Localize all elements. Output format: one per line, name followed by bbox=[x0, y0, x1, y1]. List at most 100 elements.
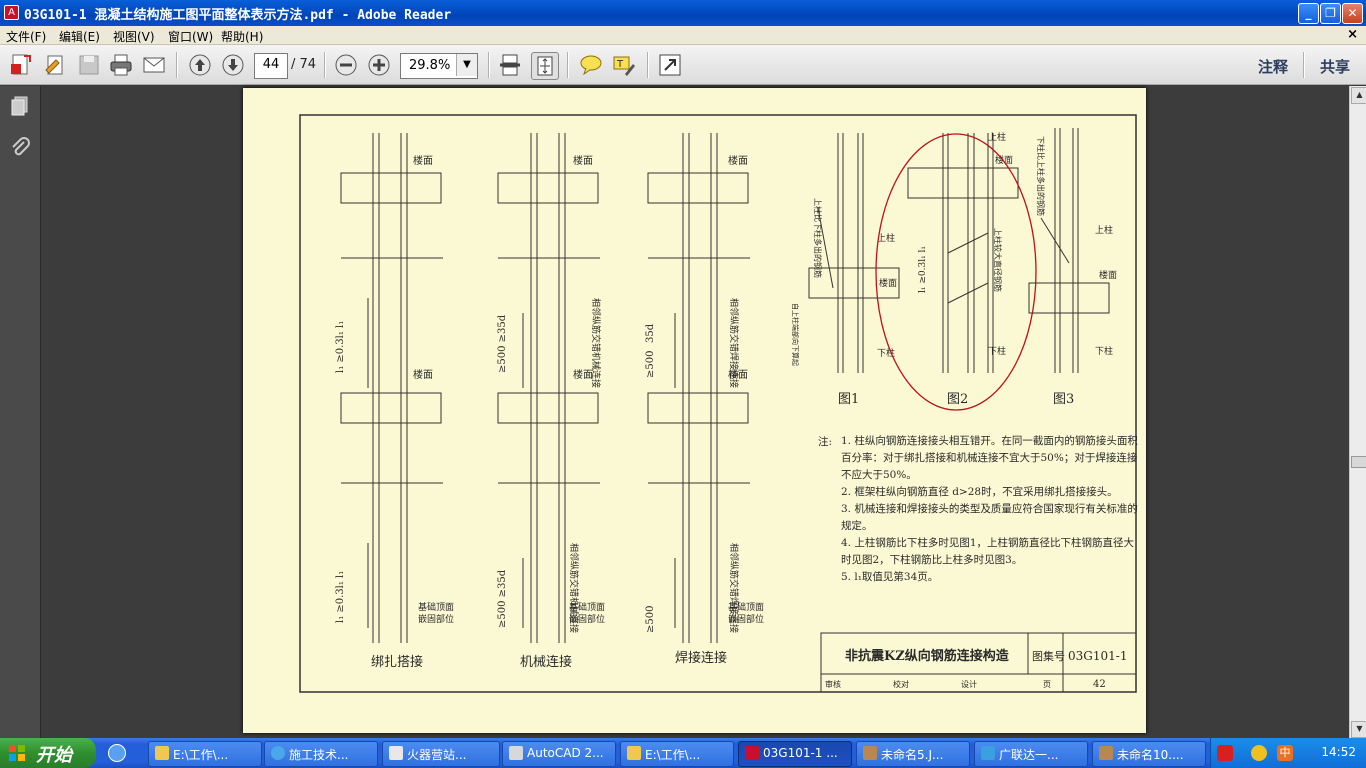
lap-dimension-lower: l₁ ≥0.3l₁ l₁ bbox=[335, 571, 346, 623]
scroll-up-icon[interactable]: ▲ bbox=[1351, 87, 1366, 104]
taskbar-item-adobe-reader[interactable]: 03G101-1 ... bbox=[738, 741, 852, 767]
zoom-out-icon[interactable] bbox=[333, 52, 359, 78]
highlight-text-icon[interactable]: T bbox=[611, 52, 637, 78]
ime-indicator[interactable]: 中 bbox=[1277, 745, 1293, 761]
menu-file[interactable]: 文件(F) bbox=[6, 28, 46, 45]
fit-page-icon[interactable] bbox=[531, 52, 559, 80]
mech-dimension-lower: ≥500 ≥35d bbox=[497, 569, 508, 628]
taskbar-item-folder[interactable]: E:\工作\... bbox=[148, 741, 262, 767]
navigation-panel bbox=[0, 86, 41, 738]
note-item: 3. 机械连接和焊接接头的类型及质量应符合国家现行有关标准的规定。 bbox=[841, 503, 1138, 532]
taskbar-item-image[interactable]: 未命名10.... bbox=[1092, 741, 1206, 767]
menu-view[interactable]: 视图(V) bbox=[113, 28, 155, 45]
base-top-label: 基础顶面 bbox=[569, 601, 605, 613]
zoom-level-value: 29.8% bbox=[409, 58, 451, 73]
menu-edit[interactable]: 编辑(E) bbox=[59, 28, 100, 45]
lower-column-label: 下柱 bbox=[877, 347, 895, 359]
scroll-down-icon[interactable]: ▼ bbox=[1351, 721, 1366, 738]
pdf-icon bbox=[745, 746, 759, 760]
embed-position-label: 嵌固部位 bbox=[569, 613, 605, 625]
figure-3-note: 下柱比上柱多出的钢筋 bbox=[1036, 136, 1046, 216]
ie-quicklaunch-icon[interactable] bbox=[108, 744, 126, 762]
expand-icon[interactable] bbox=[657, 52, 683, 78]
taskbar-item-image[interactable]: 未命名5.J... bbox=[856, 741, 970, 767]
mechanical-note: 相邻纵筋交错机械连接 bbox=[590, 298, 602, 388]
zoom-level-select[interactable]: 29.8% ▼ bbox=[400, 53, 478, 79]
taskbar-item-folder[interactable]: E:\工作\... bbox=[620, 741, 734, 767]
scrolling-mode-icon[interactable] bbox=[497, 52, 523, 78]
comment-panel-link[interactable]: 注释 bbox=[1258, 56, 1288, 77]
weld-dimension-35d: 35d bbox=[645, 323, 656, 343]
check-label: 校对 bbox=[893, 679, 909, 689]
floor-label: 楼面 bbox=[413, 368, 433, 381]
page-number-input[interactable]: 44 bbox=[254, 53, 288, 79]
comment-icon[interactable] bbox=[578, 52, 604, 78]
title-bar[interactable]: A 03G101-1 混凝土结构施工图平面整体表示方法.pdf - Adobe … bbox=[0, 0, 1366, 26]
attachments-icon[interactable] bbox=[8, 136, 32, 160]
pages-panel-icon[interactable] bbox=[8, 94, 32, 118]
share-panel-link[interactable]: 共享 bbox=[1320, 56, 1350, 77]
vertical-scrollbar[interactable]: ▲ ▼ bbox=[1349, 86, 1366, 738]
taskbar-item-app[interactable]: 广联达一... bbox=[974, 741, 1088, 767]
figure-1-note2: 自上柱端部向下算起 bbox=[791, 303, 800, 366]
zoom-in-icon[interactable] bbox=[366, 52, 392, 78]
mechanical-caption: 机械连接 bbox=[520, 654, 572, 670]
scroll-thumb[interactable] bbox=[1351, 456, 1366, 468]
previous-page-icon[interactable] bbox=[187, 52, 213, 78]
base-top-label: 基础顶面 bbox=[418, 601, 454, 613]
upper-column-label: 上柱 bbox=[1095, 224, 1113, 236]
doc-icon bbox=[389, 746, 403, 760]
floor-label: 楼面 bbox=[879, 277, 897, 289]
toolbar-divider bbox=[176, 52, 178, 78]
upper-column-label: 上柱 bbox=[988, 131, 1006, 143]
floor-label: 楼面 bbox=[728, 154, 748, 167]
document-close-button[interactable]: × bbox=[1347, 27, 1358, 42]
annotation-ellipse bbox=[875, 133, 1037, 411]
autocad-icon bbox=[509, 746, 523, 760]
app-icon bbox=[981, 746, 995, 760]
qq-icon[interactable] bbox=[1251, 745, 1267, 761]
floor-label: 楼面 bbox=[995, 154, 1013, 166]
minimize-button[interactable]: _ bbox=[1298, 3, 1319, 24]
menu-window[interactable]: 窗口(W) bbox=[168, 28, 213, 45]
title-block-title: 非抗震KZ纵向钢筋连接构造 bbox=[845, 648, 1010, 664]
print-icon[interactable] bbox=[108, 52, 134, 78]
create-pdf-icon[interactable] bbox=[8, 52, 34, 78]
taskbar-item-autocad[interactable]: AutoCAD 2... bbox=[502, 741, 616, 767]
start-button[interactable]: 开始 bbox=[0, 738, 96, 768]
toolbar-divider bbox=[567, 52, 569, 78]
edit-document-icon[interactable] bbox=[42, 52, 68, 78]
lap-dimension-upper: l₁ ≥0.3l₁ l₁ bbox=[335, 321, 346, 373]
weld-dimension-500-lower: ≥500 bbox=[645, 606, 656, 633]
floor-label: 楼面 bbox=[573, 154, 593, 167]
weld-caption: 焊接连接 bbox=[675, 650, 727, 666]
next-page-icon[interactable] bbox=[220, 52, 246, 78]
pdf-page[interactable]: 楼面 楼面 楼面 楼面 楼面 楼面 l₁ ≥0.3l₁ l₁ l₁ ≥0.3l₁… bbox=[243, 88, 1146, 733]
menu-help[interactable]: 帮助(H) bbox=[221, 28, 263, 45]
sogou-icon[interactable] bbox=[1217, 745, 1233, 761]
menu-bar: 文件(F) 编辑(E) 视图(V) 窗口(W) 帮助(H) × bbox=[0, 26, 1366, 45]
review-label: 审核 bbox=[825, 679, 841, 689]
save-icon[interactable] bbox=[76, 52, 102, 78]
chevron-down-icon[interactable]: ▼ bbox=[456, 54, 477, 76]
weld-dimension-500: ≥500 bbox=[645, 351, 656, 378]
figure-2-caption: 图2 bbox=[947, 392, 968, 407]
svg-text:T: T bbox=[616, 59, 624, 70]
restore-button[interactable]: ❐ bbox=[1320, 3, 1341, 24]
taskbar: 开始 E:\工作\... 施工技术... 火器营站... AutoCAD 2..… bbox=[0, 738, 1366, 768]
notes-prefix: 注: bbox=[818, 435, 832, 448]
email-icon[interactable] bbox=[141, 52, 167, 78]
close-button[interactable]: ✕ bbox=[1342, 3, 1363, 24]
mech-dimension-upper: ≥500 ≥35d bbox=[497, 314, 508, 373]
taskbar-item-browser[interactable]: 施工技术... bbox=[264, 741, 378, 767]
folder-icon bbox=[155, 746, 169, 760]
start-label: 开始 bbox=[36, 745, 72, 766]
notes-block: 1. 柱纵向钢筋连接接头相互错开。在同一截面内的钢筋接头面积百分率：对于绑扎搭接… bbox=[841, 435, 1138, 583]
image-icon bbox=[863, 746, 877, 760]
construction-drawing: 楼面 楼面 楼面 楼面 楼面 楼面 l₁ ≥0.3l₁ l₁ l₁ ≥0.3l₁… bbox=[299, 114, 1138, 693]
toolbar-divider bbox=[647, 52, 649, 78]
lower-column-label: 下柱 bbox=[988, 345, 1006, 357]
pdf-icon: A bbox=[4, 5, 19, 20]
figure-1-note: 上柱比下柱多出的钢筋 bbox=[813, 198, 823, 278]
taskbar-item-document[interactable]: 火器营站... bbox=[382, 741, 500, 767]
